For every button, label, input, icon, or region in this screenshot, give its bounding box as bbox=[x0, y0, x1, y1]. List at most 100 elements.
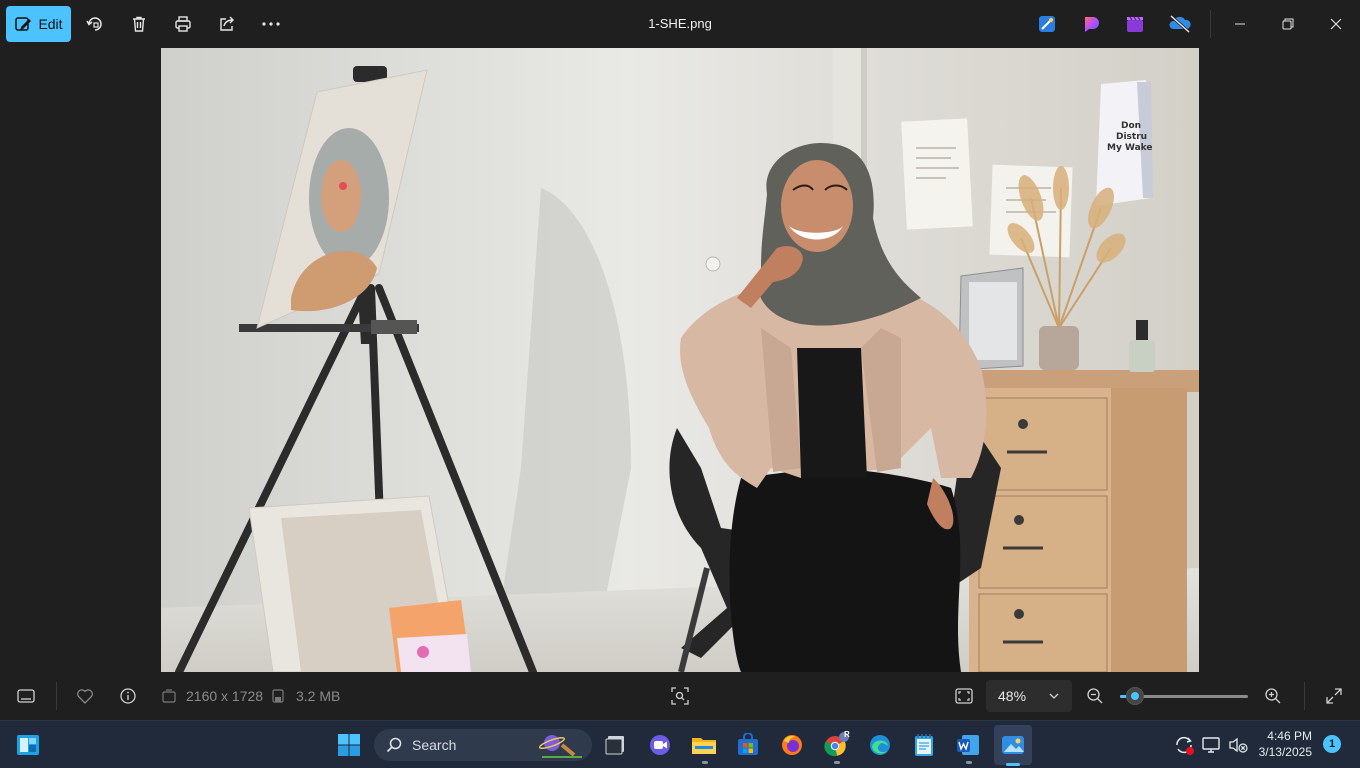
word-icon bbox=[957, 735, 979, 755]
zoom-in-button[interactable] bbox=[1261, 684, 1285, 708]
maximize-button[interactable] bbox=[1276, 12, 1300, 36]
sync-alert-icon bbox=[1176, 736, 1194, 755]
store-icon bbox=[738, 733, 758, 755]
favorite-button[interactable] bbox=[73, 684, 97, 708]
rotate-button[interactable] bbox=[83, 12, 107, 36]
taskbar-notepad[interactable] bbox=[910, 731, 938, 759]
task-view-icon bbox=[605, 736, 624, 755]
zoom-in-icon bbox=[1265, 688, 1281, 704]
cloud-offline-icon bbox=[1169, 14, 1191, 34]
clock-time: 4:46 PM bbox=[1267, 729, 1312, 743]
image-size-icon bbox=[162, 689, 176, 703]
clipchamp-icon bbox=[1085, 17, 1099, 32]
poster-line-1: Don bbox=[1121, 121, 1141, 131]
edit-button[interactable]: Edit bbox=[6, 6, 71, 42]
taskbar-edge[interactable] bbox=[866, 731, 894, 759]
widgets-button[interactable] bbox=[14, 731, 42, 759]
search-highlight-icon bbox=[538, 735, 582, 758]
poster-line-3: My Wake bbox=[1107, 143, 1152, 153]
file-size-icon bbox=[272, 689, 284, 703]
volume-muted-icon bbox=[1229, 737, 1248, 753]
clock-date: 3/13/2025 bbox=[1258, 745, 1312, 759]
toolbar-divider bbox=[1210, 10, 1211, 38]
folder-icon bbox=[692, 738, 716, 754]
minimize-button[interactable] bbox=[1228, 12, 1252, 36]
photos-active-indicator bbox=[1006, 763, 1020, 766]
file-size: 3.2 MB bbox=[296, 688, 341, 704]
taskbar-chrome[interactable]: R bbox=[822, 730, 850, 759]
video-chat-icon bbox=[650, 735, 670, 755]
taskbar-meet-app[interactable] bbox=[646, 731, 674, 759]
taskbar: Search R 4:46 PM 3/13/2025 1 bbox=[0, 720, 1360, 768]
tray-sync-status[interactable] bbox=[1170, 731, 1198, 759]
photos-icon bbox=[1002, 736, 1024, 754]
designer-app-button[interactable] bbox=[1036, 13, 1058, 35]
taskbar-firefox[interactable] bbox=[778, 731, 806, 759]
tray-display[interactable] bbox=[1198, 731, 1226, 759]
search-placeholder: Search bbox=[412, 737, 457, 753]
chrome-running-indicator bbox=[834, 761, 840, 764]
word-running-indicator bbox=[966, 761, 972, 764]
designer-icon bbox=[1039, 16, 1055, 32]
delete-button[interactable] bbox=[127, 12, 151, 36]
heart-icon bbox=[77, 689, 93, 704]
file-explorer-running-indicator bbox=[702, 761, 708, 764]
status-divider-right bbox=[1304, 682, 1305, 710]
more-options-button[interactable] bbox=[259, 12, 283, 36]
zoom-slider-thumb[interactable] bbox=[1127, 688, 1143, 704]
trash-icon bbox=[133, 16, 145, 32]
more-icon bbox=[262, 22, 280, 26]
share-icon bbox=[220, 16, 234, 31]
notification-badge[interactable]: 1 bbox=[1323, 735, 1341, 753]
visual-search-button[interactable] bbox=[668, 684, 692, 708]
system-clock[interactable]: 4:46 PM 3/13/2025 bbox=[1252, 728, 1312, 760]
fit-to-window-button[interactable] bbox=[952, 684, 976, 708]
edit-label: Edit bbox=[38, 16, 63, 32]
fullscreen-button[interactable] bbox=[1322, 684, 1346, 708]
displayed-photo[interactable]: Don Distru My Wake bbox=[161, 48, 1199, 672]
photo-illustration: Don Distru My Wake bbox=[161, 48, 1199, 672]
printer-icon bbox=[175, 16, 191, 32]
file-info-button[interactable] bbox=[116, 684, 140, 708]
top-toolbar: Edit 1-SHE.png bbox=[0, 0, 1360, 48]
windows-logo-icon bbox=[338, 734, 360, 756]
zoom-out-button[interactable] bbox=[1083, 684, 1107, 708]
poster-line-2: Distru bbox=[1116, 132, 1147, 142]
taskbar-photos[interactable] bbox=[999, 731, 1027, 759]
edge-icon bbox=[870, 735, 890, 755]
tray-volume[interactable] bbox=[1224, 731, 1252, 759]
onedrive-button[interactable] bbox=[1168, 13, 1191, 35]
visual-search-icon bbox=[671, 687, 689, 705]
clipchamp-app-button[interactable] bbox=[1080, 13, 1102, 35]
task-view-button[interactable] bbox=[601, 731, 629, 759]
video-editor-app-button[interactable] bbox=[1124, 13, 1146, 35]
start-button[interactable] bbox=[335, 731, 363, 759]
taskbar-search-box[interactable]: Search bbox=[374, 729, 592, 761]
filmstrip-icon bbox=[17, 689, 35, 703]
image-viewer: Don Distru My Wake bbox=[0, 48, 1360, 672]
zoom-level-dropdown[interactable]: 48% bbox=[986, 680, 1072, 712]
chrome-profile-badge: R bbox=[844, 730, 850, 739]
notepad-icon bbox=[915, 734, 933, 756]
chevron-down-icon bbox=[1049, 693, 1059, 699]
fit-window-icon bbox=[955, 688, 973, 704]
search-icon bbox=[386, 737, 402, 753]
share-button[interactable] bbox=[215, 12, 239, 36]
status-divider bbox=[56, 682, 57, 710]
monitor-icon bbox=[1202, 737, 1220, 753]
zoom-level-value: 48% bbox=[998, 688, 1027, 704]
taskbar-word[interactable] bbox=[954, 731, 982, 759]
close-icon bbox=[1330, 18, 1342, 30]
edit-image-icon bbox=[15, 17, 32, 31]
info-icon bbox=[120, 688, 136, 704]
restore-icon bbox=[1282, 18, 1294, 30]
image-dimensions: 2160 x 1728 bbox=[186, 688, 264, 704]
taskbar-microsoft-store[interactable] bbox=[734, 731, 762, 759]
window-title: 1-SHE.png bbox=[648, 16, 712, 31]
zoom-out-icon bbox=[1087, 688, 1103, 704]
filmstrip-toggle-button[interactable] bbox=[14, 684, 38, 708]
minimize-icon bbox=[1235, 23, 1245, 25]
taskbar-file-explorer[interactable] bbox=[690, 731, 718, 759]
close-button[interactable] bbox=[1324, 12, 1348, 36]
print-button[interactable] bbox=[171, 12, 195, 36]
